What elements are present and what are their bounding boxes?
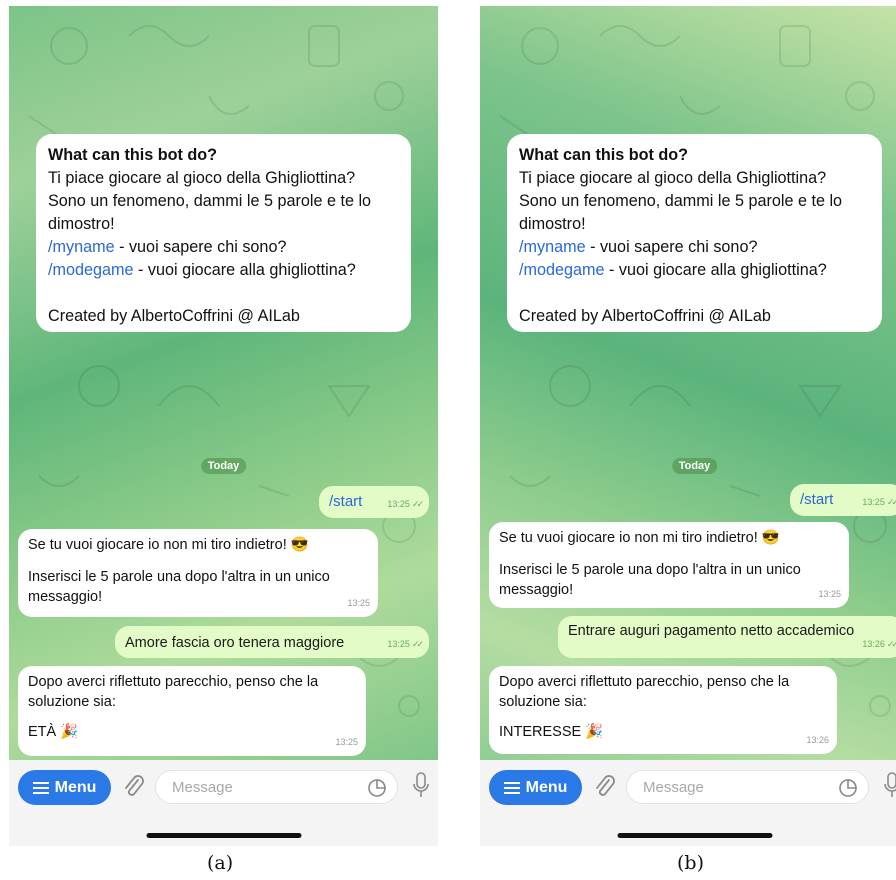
- message-input[interactable]: [641, 778, 825, 797]
- incoming-message-reply1[interactable]: Se tu vuoi giocare io non mi tiro indiet…: [18, 529, 378, 617]
- message-text: Se tu vuoi giocare io non mi tiro indiet…: [499, 530, 780, 546]
- outgoing-message-start[interactable]: /start 13:25 ✓✓: [319, 486, 429, 518]
- message-input-bar: Menu: [480, 760, 896, 846]
- message-input[interactable]: [170, 778, 354, 797]
- outgoing-message-words[interactable]: Amore fascia oro tenera maggiore 13:25 ✓✓: [115, 626, 429, 658]
- message-time: 13:25 ✓✓: [387, 499, 424, 509]
- command-description: - vuoi giocare alla ghigliottina?: [604, 261, 827, 279]
- home-indicator: [617, 833, 772, 838]
- double-check-icon: ✓✓: [411, 499, 424, 509]
- solution-answer: INTERESSE 🎉: [499, 724, 604, 740]
- modegame-command-link[interactable]: /modegame: [519, 261, 604, 279]
- bot-description-line: Ti piace giocare al gioco della Ghigliot…: [48, 169, 356, 187]
- home-indicator: [146, 833, 301, 838]
- message-time: 13:25: [347, 598, 370, 608]
- menu-icon: [32, 781, 49, 794]
- menu-button[interactable]: Menu: [489, 770, 582, 805]
- message-text: Amore fascia oro tenera maggiore: [125, 635, 345, 651]
- paperclip-icon[interactable]: [592, 774, 616, 800]
- message-text: Se tu vuoi giocare io non mi tiro indiet…: [28, 537, 309, 553]
- bot-description-line: Ti piace giocare al gioco della Ghigliot…: [519, 169, 827, 187]
- start-command-text: /start: [329, 493, 363, 510]
- phone-screen-b: What can this bot do? Ti piace giocare a…: [480, 6, 896, 846]
- message-time: 13:25 ✓✓: [387, 639, 424, 649]
- message-time: 13:25: [818, 589, 841, 599]
- message-text: Inserisci le 5 parole una dopo l'altra i…: [499, 562, 801, 598]
- bot-description-title: What can this bot do?: [519, 146, 689, 164]
- command-description: - vuoi giocare alla ghigliottina?: [133, 261, 356, 279]
- message-time: 13:26 ✓✓: [862, 639, 896, 649]
- message-text: Inserisci le 5 parole una dopo l'altra i…: [28, 569, 330, 605]
- menu-icon: [503, 781, 520, 794]
- double-check-icon: ✓✓: [886, 639, 896, 649]
- start-command-text: /start: [800, 491, 834, 508]
- solution-answer: ETÀ 🎉: [28, 724, 79, 740]
- microphone-icon[interactable]: [412, 772, 430, 800]
- sticker-icon[interactable]: [367, 778, 387, 798]
- bot-description-card: What can this bot do? Ti piace giocare a…: [507, 134, 882, 332]
- panel-caption-a: (a): [207, 852, 234, 874]
- outgoing-message-words[interactable]: Entrare auguri pagamento netto accademic…: [558, 616, 896, 658]
- command-row: /modegame - vuoi giocare alla ghigliotti…: [48, 259, 399, 282]
- command-row: /myname - vuoi sapere chi sono?: [519, 236, 870, 259]
- message-field[interactable]: [626, 770, 869, 804]
- sticker-icon[interactable]: [838, 778, 858, 798]
- command-description: - vuoi sapere chi sono?: [585, 238, 758, 256]
- outgoing-message-start[interactable]: /start 13:25 ✓✓: [790, 484, 896, 516]
- bot-description-line: Sono un fenomeno, dammi le 5 parole e te…: [48, 192, 372, 233]
- paperclip-icon[interactable]: [121, 774, 145, 800]
- incoming-message-reply1[interactable]: Se tu vuoi giocare io non mi tiro indiet…: [489, 522, 849, 608]
- command-description: - vuoi sapere chi sono?: [114, 238, 287, 256]
- message-text: Entrare auguri pagamento netto accademic…: [568, 623, 855, 639]
- bot-credit: Created by AlbertoCoffrini @ AILab: [519, 307, 771, 325]
- message-text: Dopo averci riflettuto parecchio, penso …: [28, 674, 319, 710]
- bot-description-line: Sono un fenomeno, dammi le 5 parole e te…: [519, 192, 843, 233]
- message-time: 13:26: [806, 735, 829, 745]
- message-time: 13:25 ✓✓: [862, 497, 896, 507]
- bot-description-card: What can this bot do? Ti piace giocare a…: [36, 134, 411, 332]
- command-row: /modegame - vuoi giocare alla ghigliotti…: [519, 259, 870, 282]
- menu-label: Menu: [54, 778, 97, 796]
- date-separator: Today: [200, 458, 247, 474]
- phone-screen-a: What can this bot do? Ti piace giocare a…: [9, 6, 438, 846]
- incoming-message-solution[interactable]: Dopo averci riflettuto parecchio, penso …: [489, 666, 837, 754]
- message-time: 13:25: [335, 737, 358, 747]
- command-row: /myname - vuoi sapere chi sono?: [48, 236, 399, 259]
- panel-caption-b: (b): [677, 852, 704, 874]
- message-text: Dopo averci riflettuto parecchio, penso …: [499, 674, 790, 710]
- bot-credit: Created by AlbertoCoffrini @ AILab: [48, 307, 300, 325]
- microphone-icon[interactable]: [883, 772, 896, 800]
- bot-description-title: What can this bot do?: [48, 146, 218, 164]
- message-input-bar: Menu: [9, 760, 438, 846]
- myname-command-link[interactable]: /myname: [48, 238, 115, 256]
- double-check-icon: ✓✓: [886, 497, 896, 507]
- date-separator: Today: [671, 458, 718, 474]
- message-field[interactable]: [155, 770, 398, 804]
- modegame-command-link[interactable]: /modegame: [48, 261, 133, 279]
- double-check-icon: ✓✓: [411, 639, 424, 649]
- menu-button[interactable]: Menu: [18, 770, 111, 805]
- myname-command-link[interactable]: /myname: [519, 238, 586, 256]
- menu-label: Menu: [525, 778, 568, 796]
- incoming-message-solution[interactable]: Dopo averci riflettuto parecchio, penso …: [18, 666, 366, 756]
